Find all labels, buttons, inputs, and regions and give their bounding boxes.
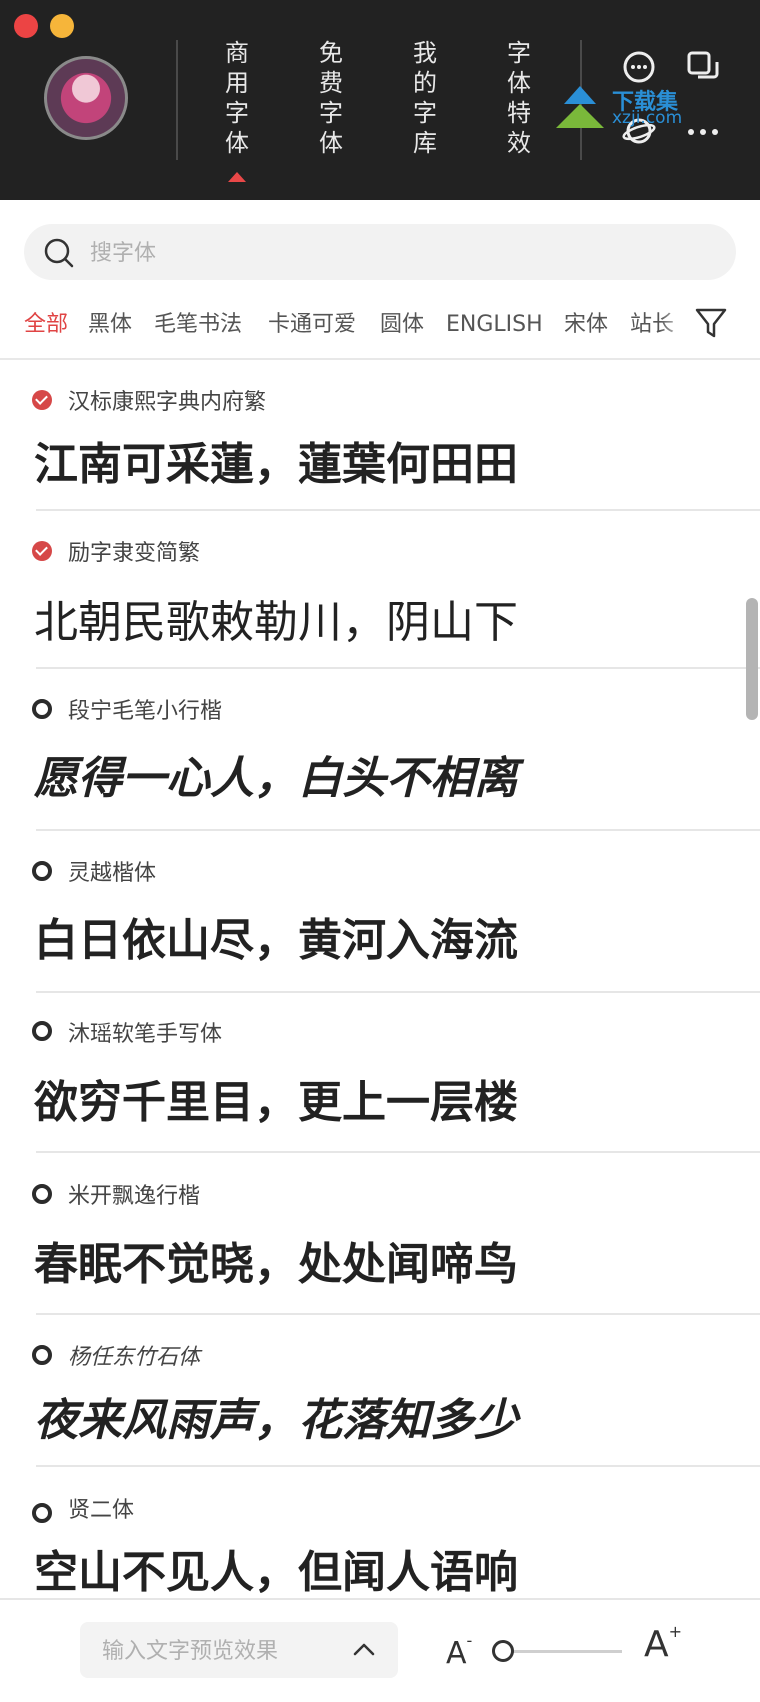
preview-text-box[interactable]: [80, 1622, 398, 1680]
watermark-url: xzji.com: [612, 108, 683, 128]
tab-font-effects[interactable]: 字体特效: [502, 38, 536, 158]
tab-my-library[interactable]: 我的字库: [408, 38, 442, 158]
font-name: 米开飘逸行楷: [68, 1184, 201, 1209]
window-switch-icon[interactable]: [686, 50, 720, 84]
font-name: 沐瑶软笔手写体: [68, 1022, 223, 1047]
window-minimize-button[interactable]: [50, 14, 74, 38]
divider: [36, 509, 760, 511]
divider: [36, 667, 760, 669]
font-name: 灵越楷体: [68, 861, 157, 886]
font-name: 励字隶变简繁: [68, 541, 201, 566]
font-preview: 愿得一心人，白头不相离: [34, 753, 518, 804]
decrease-font-size-button[interactable]: A-: [446, 1631, 472, 1671]
scrollbar[interactable]: [746, 598, 758, 720]
font-name: 段宁毛笔小行楷: [68, 699, 223, 724]
divider: [36, 1151, 760, 1153]
preview-text-input[interactable]: [100, 1622, 334, 1680]
search-input[interactable]: [88, 224, 692, 282]
installed-check-icon: [32, 390, 52, 410]
divider: [36, 1465, 760, 1467]
divider: [36, 829, 760, 831]
installed-check-icon: [32, 541, 52, 561]
preview-toolbar: A- A+: [0, 1598, 760, 1702]
category-divider: [0, 358, 760, 360]
divider: [36, 991, 760, 993]
category-round[interactable]: 圆体: [380, 305, 424, 345]
category-heiti[interactable]: 黑体: [88, 305, 132, 345]
category-cartoon[interactable]: 卡通可爱: [268, 305, 356, 345]
font-preview: 春眠不觉晓，处处闻啼鸟: [34, 1239, 518, 1290]
chevron-up-icon[interactable]: [352, 1638, 376, 1662]
category-calligraphy[interactable]: 毛笔书法: [154, 305, 242, 345]
watermark-logo: 下载集 xzji.com: [552, 84, 702, 130]
font-preview: 白日依山尽，黄河入海流: [34, 915, 518, 966]
font-preview: 欲穷千里目，更上一层楼: [34, 1077, 518, 1128]
divider: [176, 40, 178, 160]
category-bar: 全部 黑体 毛笔书法 卡通可爱 圆体 ENGLISH 宋体 站长: [0, 305, 700, 345]
category-songti[interactable]: 宋体: [564, 305, 608, 345]
increase-font-size-button[interactable]: A+: [644, 1622, 682, 1665]
message-icon[interactable]: [622, 50, 656, 84]
font-name: 贤二体: [68, 1498, 135, 1523]
active-tab-indicator: [228, 172, 246, 182]
watermark-arrow-icon: [556, 86, 604, 128]
window-close-button[interactable]: [14, 14, 38, 38]
top-bar: 商用字体 免费字体 我的字库 字体特效 下载集 xzji.com: [0, 0, 760, 200]
not-installed-ring-icon: [32, 1503, 52, 1523]
not-installed-ring-icon: [32, 861, 52, 881]
not-installed-ring-icon: [32, 1345, 52, 1365]
not-installed-ring-icon: [32, 1021, 52, 1041]
search-bar[interactable]: [24, 224, 736, 282]
font-preview: 北朝民歌敕勒川，阴山下: [34, 597, 518, 648]
user-avatar[interactable]: [44, 56, 128, 140]
tab-commercial-fonts[interactable]: 商用字体: [220, 38, 254, 158]
font-preview: 江南可采蓮，蓮葉何田田: [34, 439, 518, 490]
not-installed-ring-icon: [32, 699, 52, 719]
search-icon: [44, 238, 74, 268]
filter-icon[interactable]: [694, 306, 728, 340]
font-name: 杨任东竹石体: [68, 1345, 201, 1370]
divider: [36, 1313, 760, 1315]
font-preview: 夜来风雨声，花落知多少: [34, 1395, 518, 1446]
category-english[interactable]: ENGLISH: [446, 305, 543, 345]
font-preview: 空山不见人，但闻人语响: [34, 1547, 518, 1598]
not-installed-ring-icon: [32, 1184, 52, 1204]
tab-free-fonts[interactable]: 免费字体: [314, 38, 348, 158]
font-name: 汉标康熙字典内府繁: [68, 390, 267, 415]
font-size-slider-knob[interactable]: [492, 1640, 514, 1662]
category-all[interactable]: 全部: [24, 305, 68, 345]
font-size-slider[interactable]: [496, 1650, 622, 1653]
